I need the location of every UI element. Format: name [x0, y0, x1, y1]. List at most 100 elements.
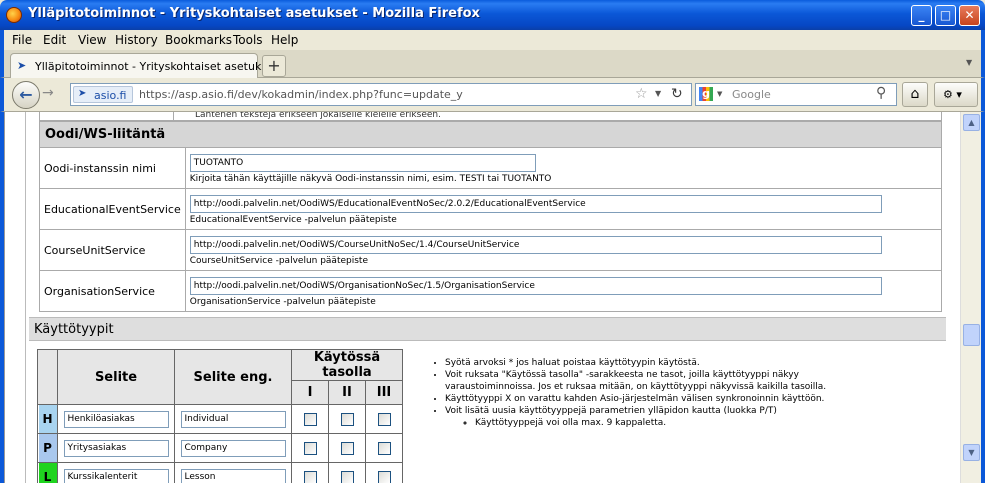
- field-cell: http://oodi.palvelin.net/OodiWS/CourseUn…: [184, 229, 943, 271]
- level-cell: [365, 404, 403, 434]
- previous-hint-text: Lähtenen tekstejä erikseen jokaiselle ki…: [195, 112, 441, 120]
- field-hint: OrganisationService -palvelun päätepiste: [189, 297, 376, 307]
- letter-cell: H: [37, 404, 58, 434]
- new-tab-button[interactable]: +: [262, 55, 286, 77]
- table-row: Oodi-instanssin nimi TUOTANTO Kirjoita t…: [39, 147, 943, 189]
- menu-edit[interactable]: Edit: [43, 33, 66, 47]
- maximize-button[interactable]: □: [935, 5, 956, 26]
- menu-view[interactable]: View: [78, 33, 106, 47]
- scroll-up-arrow-icon[interactable]: ▲: [963, 114, 980, 131]
- level-3-checkbox[interactable]: [377, 470, 391, 483]
- address-bar[interactable]: ➤ asio.fi https://asp.asio.fi/dev/kokadm…: [70, 83, 692, 106]
- menu-file[interactable]: File: [12, 33, 32, 47]
- selite-header: Selite: [57, 349, 175, 405]
- bookmark-star-icon[interactable]: ☆: [635, 86, 648, 102]
- menu-bookmarks[interactable]: Bookmarks: [165, 33, 232, 47]
- organisation-service-input[interactable]: http://oodi.palvelin.net/OodiWS/Organisa…: [189, 277, 882, 295]
- selite-eng-cell: Lesson: [174, 462, 292, 483]
- level-3-checkbox[interactable]: [377, 441, 391, 455]
- search-bar[interactable]: g ▼ Google ⚲: [695, 83, 897, 106]
- menu-help[interactable]: Help: [271, 33, 298, 47]
- previous-table-bottom: [39, 112, 942, 121]
- table-row: CourseUnitService http://oodi.palvelin.n…: [39, 229, 943, 271]
- reload-icon[interactable]: ↻: [671, 86, 683, 102]
- scrollbar-thumb[interactable]: [963, 324, 980, 346]
- level-1-checkbox[interactable]: [303, 470, 317, 483]
- search-input[interactable]: Google: [732, 88, 771, 101]
- field-label: CourseUnitService: [39, 229, 186, 271]
- selite-eng-cell: Company: [174, 433, 292, 463]
- letter-cell: P: [37, 433, 58, 463]
- site-identity-button[interactable]: ➤ asio.fi: [73, 86, 133, 103]
- tab-active[interactable]: ➤ Ylläpitotoiminnot - Yrityskohtaiset as…: [10, 53, 278, 78]
- table-row: L Kurssikalenterit Lesson: [37, 462, 403, 483]
- url-text[interactable]: https://asp.asio.fi/dev/kokadmin/index.p…: [139, 88, 463, 101]
- selite-eng-input[interactable]: Company: [180, 439, 286, 457]
- forward-button[interactable]: →: [42, 85, 54, 101]
- window-titlebar: Ylläpitotoiminnot - Yrityskohtaiset aset…: [0, 0, 985, 30]
- asio-favicon-icon: ➤: [17, 59, 27, 72]
- level-2-header: II: [328, 380, 366, 405]
- window-title: Ylläpitotoiminnot - Yrityskohtaiset aset…: [28, 6, 480, 21]
- selite-eng-header: Selite eng.: [174, 349, 292, 405]
- scroll-down-arrow-icon[interactable]: ▼: [963, 444, 980, 461]
- menu-tools[interactable]: Tools: [233, 33, 263, 47]
- vertical-scrollbar[interactable]: ▲ ▼: [960, 112, 981, 483]
- field-label: OrganisationService: [39, 270, 186, 312]
- page-viewport: Lähtenen tekstejä erikseen jokaiselle ki…: [4, 112, 960, 483]
- site-favicon-icon: ➤: [78, 88, 87, 99]
- educational-event-service-input[interactable]: http://oodi.palvelin.net/OodiWS/Educatio…: [189, 195, 882, 213]
- type-letter: H: [38, 405, 57, 433]
- table-row: P Yritysasiakas Company: [37, 433, 403, 463]
- selite-input[interactable]: Kurssikalenterit: [63, 468, 169, 483]
- site-identity-label: asio.fi: [94, 89, 127, 102]
- level-cell: [328, 404, 366, 434]
- selite-input[interactable]: Yritysasiakas: [63, 439, 169, 457]
- note-item: Voit lisätä uusia käyttötyyppejä paramet…: [445, 405, 851, 417]
- note-item: Käyttötyyppi X on varattu kahden Asio-jä…: [445, 393, 851, 405]
- level-1-checkbox[interactable]: [303, 412, 317, 426]
- navigation-bar: ← → ➤ asio.fi https://asp.asio.fi/dev/ko…: [0, 78, 985, 112]
- menu-bar: File Edit View History Bookmarks Tools H…: [0, 30, 985, 50]
- url-dropdown-icon[interactable]: ▼: [655, 89, 661, 98]
- level-2-checkbox[interactable]: [340, 470, 354, 483]
- home-button[interactable]: ⌂: [902, 82, 928, 107]
- type-letter: L: [38, 463, 57, 483]
- tab-list-chevron-icon[interactable]: ▼: [966, 58, 972, 67]
- selite-input[interactable]: Henkilöasiakas: [63, 410, 169, 428]
- level-cell: [291, 462, 329, 483]
- sub-note-item: Käyttötyyppejä voi olla max. 9 kappalett…: [475, 417, 851, 429]
- field-hint: CourseUnitService -palvelun päätepiste: [189, 256, 368, 266]
- menu-history[interactable]: History: [115, 33, 158, 47]
- levels-header: Käytössä tasolla: [291, 349, 403, 381]
- selite-eng-input[interactable]: Individual: [180, 410, 286, 428]
- google-engine-icon[interactable]: g: [699, 87, 713, 101]
- close-button[interactable]: ✕: [959, 5, 980, 26]
- minimize-button[interactable]: _: [911, 5, 932, 26]
- window-frame-right: [981, 112, 985, 483]
- addon-menu-button[interactable]: ⚙ ▾: [934, 82, 978, 107]
- engine-dropdown-icon[interactable]: ▼: [717, 90, 722, 98]
- level-2-checkbox[interactable]: [340, 412, 354, 426]
- selite-eng-input[interactable]: Lesson: [180, 468, 286, 483]
- selite-cell: Kurssikalenterit: [57, 462, 175, 483]
- table-row: OrganisationService http://oodi.palvelin…: [39, 270, 943, 312]
- tab-strip: ➤ Ylläpitotoiminnot - Yrityskohtaiset as…: [0, 50, 985, 78]
- oodi-instance-input[interactable]: TUOTANTO: [189, 154, 536, 172]
- page-left-rule: [25, 112, 26, 483]
- level-cell: [365, 433, 403, 463]
- usage-types-table: Selite Selite eng. Käytössä tasolla I II…: [37, 349, 403, 483]
- back-button[interactable]: ←: [12, 81, 40, 109]
- level-1-checkbox[interactable]: [303, 441, 317, 455]
- level-2-checkbox[interactable]: [340, 441, 354, 455]
- level-cell: [291, 404, 329, 434]
- level-3-header: III: [365, 380, 403, 405]
- level-3-checkbox[interactable]: [377, 412, 391, 426]
- search-magnifier-icon[interactable]: ⚲: [876, 85, 886, 101]
- course-unit-service-input[interactable]: http://oodi.palvelin.net/OodiWS/CourseUn…: [189, 236, 882, 254]
- tab-label: Ylläpitotoiminnot - Yrityskohtaiset aset…: [35, 60, 279, 73]
- field-cell: TUOTANTO Kirjoita tähän käyttäjille näky…: [184, 147, 943, 189]
- note-item: Syötä arvoksi * jos haluat poistaa käytt…: [445, 357, 851, 369]
- usage-types-notes: Syötä arvoksi * jos haluat poistaa käytt…: [431, 357, 851, 429]
- letter-header: [37, 349, 58, 405]
